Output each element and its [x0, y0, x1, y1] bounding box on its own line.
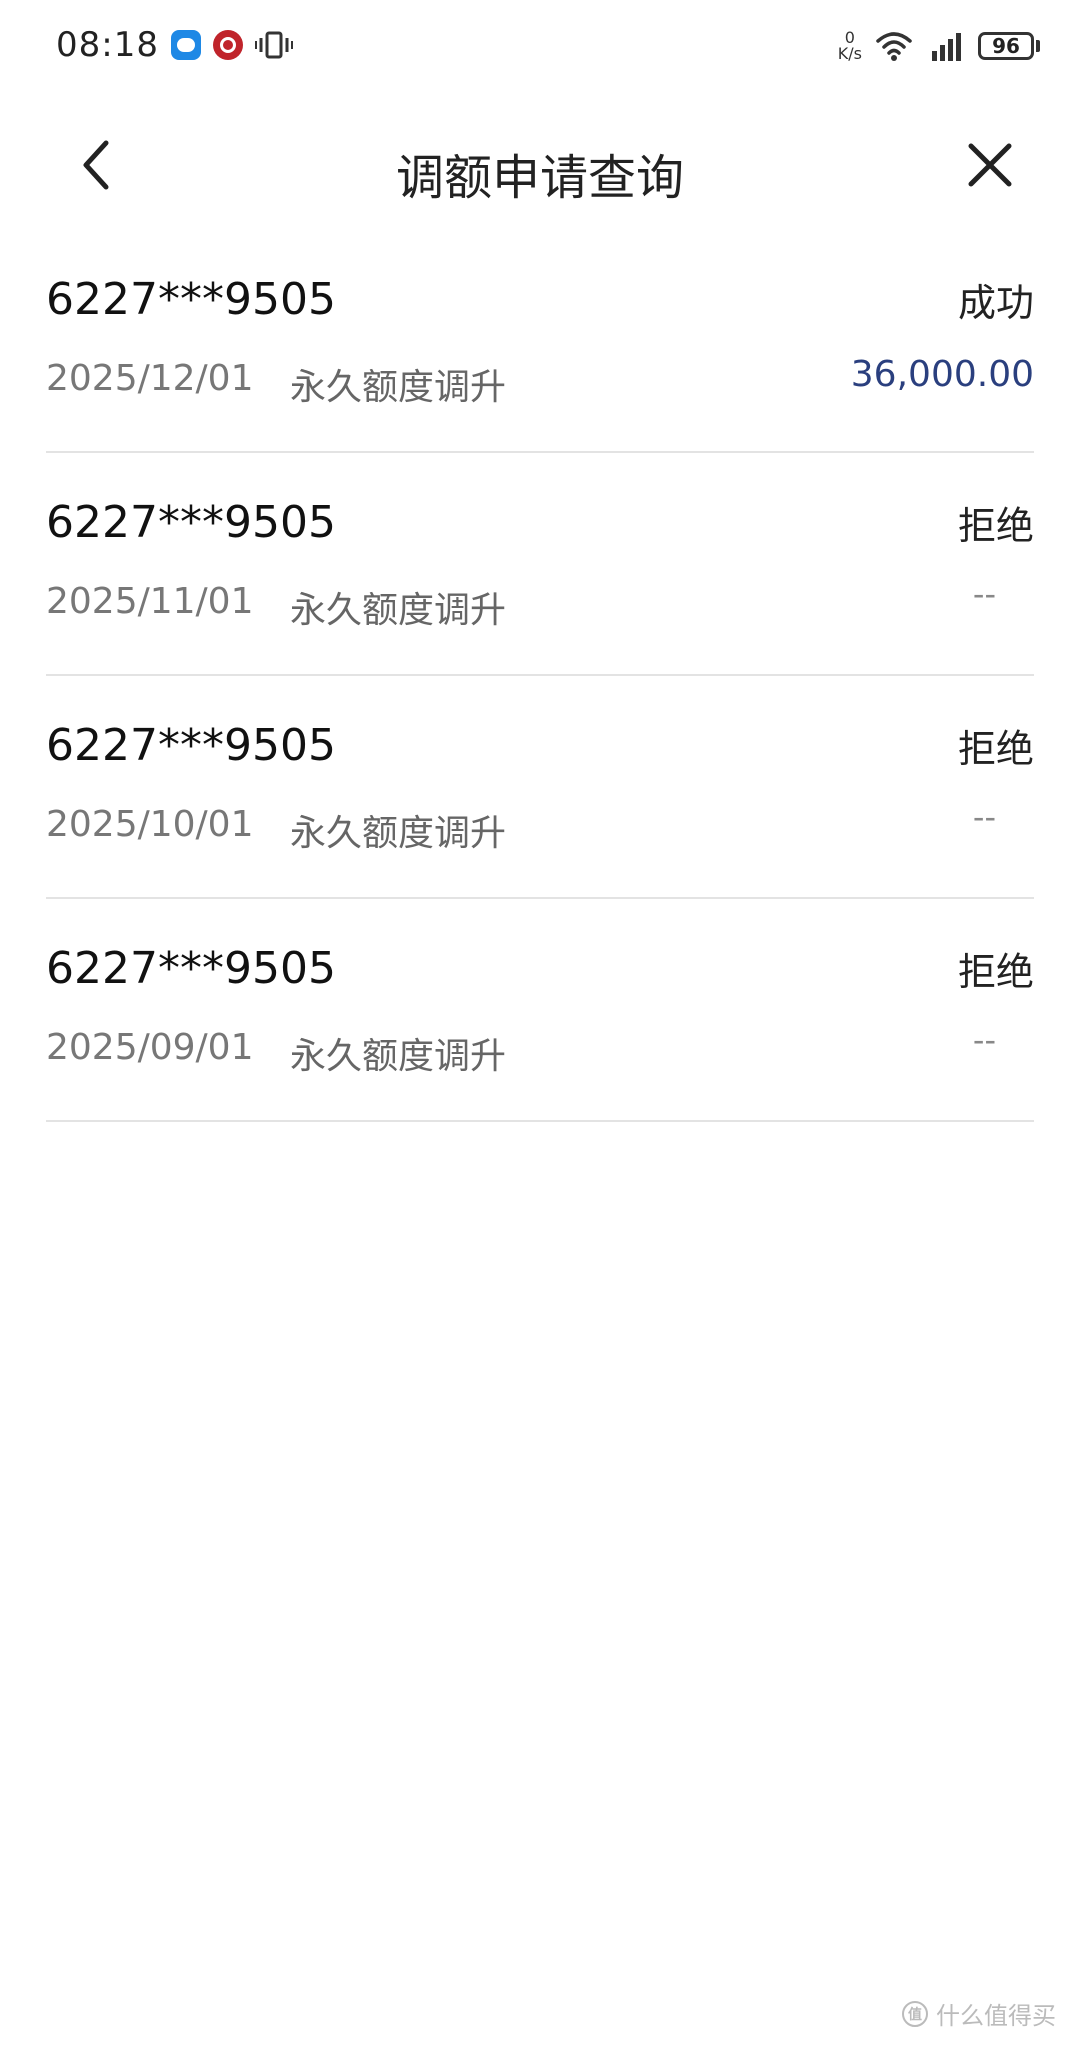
watermark: 值 什么值得买: [902, 1996, 1056, 2031]
battery-icon: 96: [978, 32, 1040, 60]
status-bar: 08:18 0 K/s 96: [0, 0, 1080, 90]
net-speed-unit: K/s: [837, 44, 862, 63]
list-item[interactable]: 6227***9505 成功 2025/12/01 永久额度调升 36,000.…: [46, 230, 1034, 453]
wifi-icon: [874, 29, 914, 63]
watermark-logo-icon: 值: [902, 2000, 928, 2027]
record-type: 永久额度调升: [290, 1036, 507, 1077]
record-amount: --: [972, 798, 996, 836]
status-badge: 拒绝: [957, 950, 1034, 994]
close-button[interactable]: [960, 135, 1020, 195]
record-amount: --: [972, 1021, 996, 1059]
watermark-text: 什么值得买: [936, 2002, 1056, 2030]
status-left: 08:18: [56, 22, 293, 68]
record-date: 2025/12/01: [46, 358, 254, 399]
status-right: 0 K/s 96: [838, 24, 1040, 68]
status-badge: 拒绝: [957, 727, 1034, 771]
list-item[interactable]: 6227***9505 拒绝 2025/09/01 永久额度调升 --: [46, 899, 1034, 1122]
record-date: 2025/10/01: [46, 804, 254, 845]
vibrate-icon: [254, 30, 293, 60]
status-time: 08:18: [56, 25, 159, 65]
signal-icon: [926, 29, 966, 63]
bank-app-icon: [212, 30, 243, 60]
list-item[interactable]: 6227***9505 拒绝 2025/10/01 永久额度调升 --: [46, 676, 1034, 899]
card-number: 6227***9505: [46, 720, 336, 771]
record-list: 6227***9505 成功 2025/12/01 永久额度调升 36,000.…: [46, 230, 1034, 1122]
record-date: 2025/09/01: [46, 1027, 254, 1068]
status-badge: 拒绝: [957, 504, 1034, 548]
record-amount: 36,000.00: [850, 354, 1034, 395]
net-speed: 0 K/s: [838, 30, 862, 62]
record-type: 永久额度调升: [290, 367, 507, 408]
record-amount: --: [972, 575, 996, 613]
record-date: 2025/11/01: [46, 581, 254, 622]
record-type: 永久额度调升: [290, 590, 507, 631]
status-badge: 成功: [957, 281, 1034, 325]
chat-app-icon: [170, 30, 201, 60]
nav-bar: 调额申请查询: [0, 110, 1080, 220]
close-icon: [968, 143, 1012, 187]
record-type: 永久额度调升: [290, 813, 507, 854]
card-number: 6227***9505: [46, 943, 336, 994]
card-number: 6227***9505: [46, 274, 336, 325]
page-title: 调额申请查询: [395, 150, 684, 206]
battery-level: 96: [978, 32, 1034, 60]
list-item[interactable]: 6227***9505 拒绝 2025/11/01 永久额度调升 --: [46, 453, 1034, 676]
card-number: 6227***9505: [46, 497, 336, 548]
